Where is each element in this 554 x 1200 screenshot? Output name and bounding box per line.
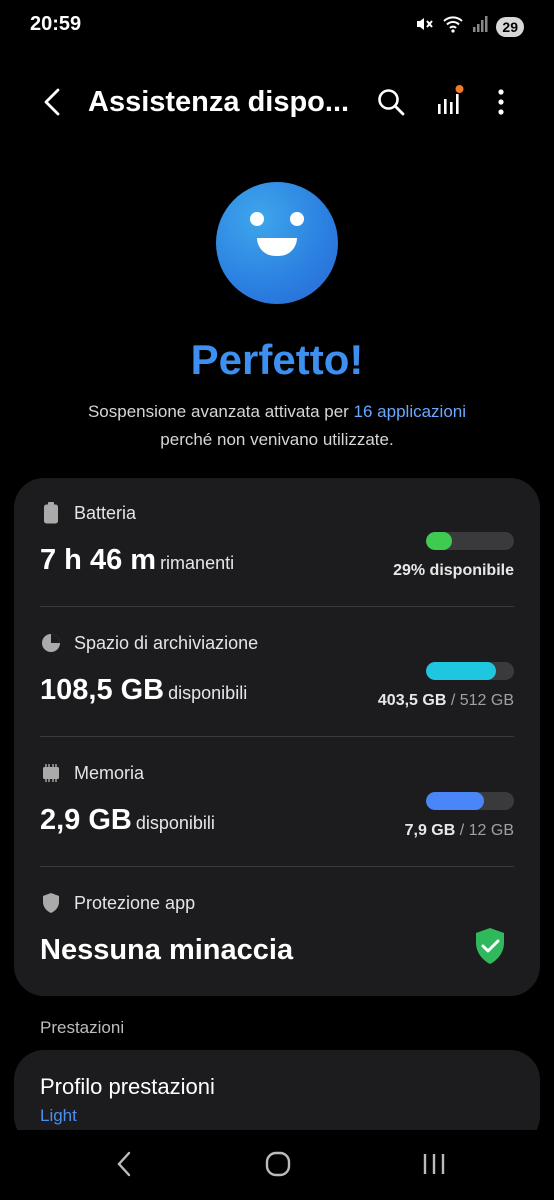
protection-value: Nessuna minaccia [40,934,294,966]
storage-available: 108,5 GB [40,674,165,706]
storage-unit: disponibili [168,683,248,703]
storage-bar [426,662,514,680]
storage-header: Spazio di archiviazione [40,632,514,654]
memory-used: 7,9 GB [404,822,456,839]
navigation-bar [0,1130,554,1200]
memory-unit: disponibili [135,813,215,833]
nav-back-button[interactable] [104,1148,144,1180]
memory-usage: 7,9 GB / 12 GB [404,822,514,839]
back-icon [44,88,60,116]
stats-button[interactable] [432,82,466,120]
battery-row[interactable]: Batteria 7 h 46 m rimanenti 29% disponibi… [40,502,514,608]
battery-header: Batteria [40,502,514,524]
battery-status: 29% disponibile [393,562,514,579]
nav-back-icon [117,1151,131,1177]
memory-label: Memoria [74,762,145,783]
battery-value: 7 h 46 m rimanenti [40,544,234,577]
search-button[interactable] [374,84,408,120]
battery-bar [426,532,514,550]
stats-icon [438,85,464,114]
battery-icon [40,502,62,524]
app-bar: Assistenza dispo... [0,78,554,126]
status-bar: 20:59 29 [0,0,554,52]
divider [40,736,514,737]
storage-pie-icon [40,632,62,654]
back-button[interactable] [36,84,68,120]
performance-profile-title: Profilo prestazioni [40,1074,215,1099]
memory-bar [426,792,514,810]
more-icon [498,89,504,115]
divider [40,866,514,867]
protection-label: Protezione app [74,892,196,913]
smiley-face-icon [216,182,338,304]
wifi-icon [442,14,464,39]
desc-text-2: perché non venivano utilizzate. [160,430,394,449]
status-headline: Perfetto! [190,336,364,383]
status-icons: 29 [414,14,524,39]
device-status-card: Batteria 7 h 46 m rimanenti 29% disponibi… [14,478,540,996]
battery-unit: rimanenti [160,553,235,573]
protection-header: Protezione app [40,892,514,914]
battery-indicator: 29 [496,16,524,37]
memory-available: 2,9 GB [40,804,132,836]
shield-icon [40,892,62,914]
storage-total: 512 GB [459,692,514,709]
memory-total: 12 GB [468,822,514,839]
nav-recents-button[interactable] [414,1148,454,1180]
memory-header: Memoria [40,762,514,784]
nav-home-button[interactable] [258,1148,298,1180]
status-description: Sospensione avanzata attivata per 16 app… [0,398,554,454]
battery-bar-fill [426,532,452,550]
face-mouth [257,238,297,256]
search-icon [378,89,405,116]
home-icon [265,1151,291,1177]
face-eye-left [250,212,264,226]
more-options-button[interactable] [486,84,516,120]
battery-time: 7 h 46 m [40,544,157,576]
protection-row[interactable]: Protezione app Nessuna minaccia [40,892,514,982]
battery-label: Batteria [74,502,137,523]
shield-check-icon [476,928,504,964]
storage-row[interactable]: Spazio di archiviazione 108,5 GB disponib… [40,632,514,738]
divider [40,606,514,607]
mute-icon [414,14,434,39]
memory-bar-fill [426,792,485,810]
storage-usage: 403,5 GB / 512 GB [377,692,514,709]
storage-bar-fill [426,662,496,680]
recents-icon [423,1154,445,1174]
memory-value: 2,9 GB disponibili [40,804,215,837]
storage-value: 108,5 GB disponibili [40,674,247,707]
section-header: Prestazioni [40,1018,125,1037]
face-eye-right [290,212,304,226]
performance-profile-value: Light [40,1106,77,1125]
desc-text-1: Sospensione avanzata attivata per [87,402,354,421]
memory-row[interactable]: Memoria 2,9 GB disponibili 7,9 GB / 12 GB [40,762,514,868]
memory-chip-icon [40,762,62,784]
page-title: Assistenza dispo... [88,86,350,118]
storage-used: 403,5 GB [377,692,447,709]
status-time: 20:59 [30,13,82,35]
storage-label: Spazio di archiviazione [74,632,259,653]
signal-icon [472,15,488,38]
apps-link[interactable]: 16 applicazioni [354,402,466,421]
